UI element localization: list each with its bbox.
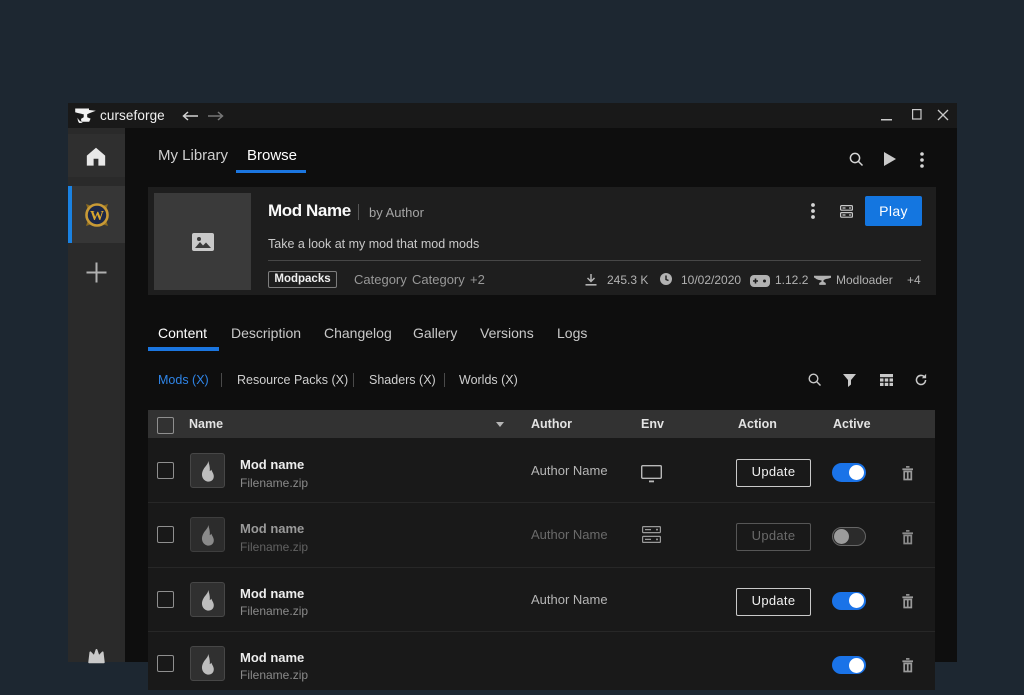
svg-text:W: W	[90, 208, 104, 223]
